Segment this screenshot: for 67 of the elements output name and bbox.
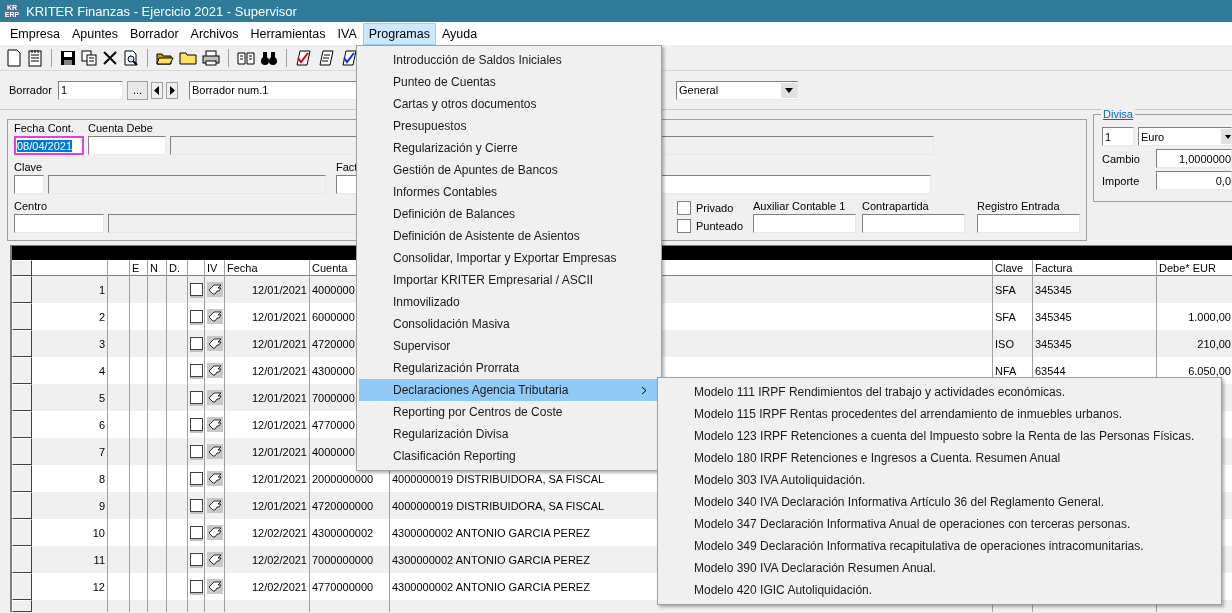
row-number: 11 bbox=[93, 553, 105, 566]
field-label: Clave bbox=[14, 161, 43, 175]
table-cell: ISO bbox=[995, 337, 1014, 350]
table-cell: 1.000,00 bbox=[1188, 310, 1231, 323]
group-title: Divisa bbox=[1101, 108, 1135, 120]
table-cell: 6000000 bbox=[312, 310, 355, 323]
row-number: 6 bbox=[98, 418, 105, 431]
table-cell: 4000000 bbox=[312, 445, 355, 458]
field-label: Centro bbox=[14, 200, 48, 214]
row-number: 10 bbox=[92, 526, 105, 539]
table-cell: 12/02/2021 bbox=[251, 580, 307, 593]
field-label: Cambio bbox=[1102, 152, 1141, 165]
table-cell: 7000000 bbox=[312, 391, 355, 404]
table-cell: 12/01/2021 bbox=[251, 418, 307, 431]
table-cell: 12/01/2021 bbox=[251, 337, 307, 350]
table-cell: SFA bbox=[995, 283, 1016, 296]
table-cell: 12/01/2021 bbox=[251, 364, 307, 377]
checkbox-label: Punteado bbox=[696, 220, 744, 232]
table-cell: 12/02/2021 bbox=[251, 526, 307, 539]
table-cell: 345345 bbox=[1035, 283, 1072, 296]
field-label: Auxiliar Contable 1 bbox=[753, 200, 846, 214]
table-cell: 4300000002 bbox=[312, 526, 374, 539]
field-label: Fact bbox=[336, 161, 358, 175]
checkbox-label: Privado bbox=[696, 202, 734, 214]
row-number: 5 bbox=[98, 391, 105, 404]
row-number: 3 bbox=[98, 337, 105, 350]
table-cell: SFA bbox=[995, 310, 1016, 323]
table-cell: 6.050,00 bbox=[1188, 364, 1231, 377]
table-cell: 4000000 bbox=[312, 283, 355, 296]
row-number: 4 bbox=[98, 364, 105, 377]
table-cell: 4300000002 ANTONIO GARCIA PEREZ bbox=[392, 526, 590, 539]
table-cell: 12/01/2021 bbox=[251, 283, 307, 296]
table-cell: 4770000000 bbox=[312, 580, 374, 593]
table-cell: 7000000000 bbox=[312, 553, 374, 566]
field-label: Registro Entrada bbox=[977, 200, 1060, 214]
table-cell: 12/01/2021 bbox=[251, 445, 307, 458]
table-cell: 2000000000 bbox=[312, 472, 374, 485]
table-cell: 12/01/2021 bbox=[251, 391, 307, 404]
table-cell: 12/01/2021 bbox=[251, 472, 307, 485]
table-cell: 4300000 bbox=[312, 364, 355, 377]
row-number: 7 bbox=[98, 445, 105, 458]
field-label: Fecha Cont. bbox=[14, 122, 74, 136]
table-cell: 345345 bbox=[1035, 310, 1072, 323]
row-number: 12 bbox=[92, 580, 105, 593]
window-title: KRITER Finanzas - Ejercicio 2021 - Supervisor bbox=[26, 3, 297, 19]
table-cell: 4000000019 DISTRIBUIDORA, SA FISCAL bbox=[392, 499, 605, 512]
row-number: 9 bbox=[98, 499, 105, 512]
table-cell: 210,00 bbox=[1197, 337, 1231, 350]
table-cell: 4300000002 ANTONIO GARCIA PEREZ bbox=[392, 580, 590, 593]
row-number: 8 bbox=[98, 472, 105, 485]
table-cell: 345345 bbox=[1035, 337, 1072, 350]
table-cell: 4000000019 DISTRIBUIDORA, SA FISCAL bbox=[392, 472, 605, 485]
borrador-label: Borrador bbox=[9, 84, 53, 96]
table-cell: 63544 bbox=[1035, 364, 1066, 377]
field-label: Contrapartida bbox=[862, 200, 929, 214]
row-number: 1 bbox=[98, 283, 105, 296]
row-number: 2 bbox=[98, 310, 105, 323]
table-cell: 4720000 bbox=[312, 337, 355, 350]
table-cell: 12/01/2021 bbox=[251, 310, 307, 323]
table-cell: NFA bbox=[995, 364, 1017, 377]
table-cell: 12/01/2021 bbox=[251, 499, 307, 512]
field-label: Importe bbox=[1102, 174, 1141, 187]
table-cell: 4720000000 bbox=[312, 499, 374, 512]
field-label: Cuenta Debe bbox=[88, 122, 153, 136]
table-cell: 4300000002 ANTONIO GARCIA PEREZ bbox=[392, 553, 590, 566]
table-cell: 4770000 bbox=[312, 418, 355, 431]
table-cell: 12/02/2021 bbox=[251, 553, 307, 566]
